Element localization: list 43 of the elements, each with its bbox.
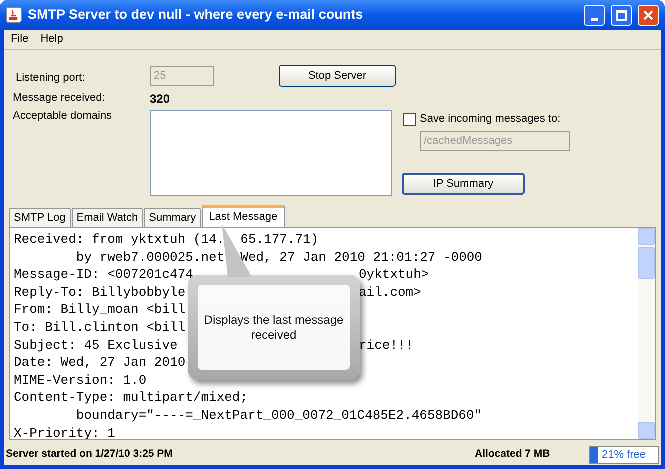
message-text: rice!!! [359,336,414,354]
message-text: Date: Wed, 27 Jan 2010 [14,354,186,372]
ip-summary-button[interactable]: IP Summary [402,173,525,195]
allocated-memory: Allocated 7 MB [475,447,552,462]
message-text: Received: from yktxtuh (14. [14,231,225,249]
tab[interactable]: Email Watch [72,208,144,227]
port-label: Listening port: [16,71,86,86]
message-text: Wed, 27 Jan 2010 21:01:27 -0000 [240,248,482,266]
message-text: To: Bill.clinton <bill [14,318,186,337]
received-count: 320 [150,91,170,108]
message-text: by rweb7.000025.net [75,248,225,266]
menu-item[interactable]: File [6,31,34,48]
message-text: Reply-To: Billybobbyle [14,284,186,302]
callout-text: Displays the last message received [203,312,345,342]
tab[interactable]: Summary [144,208,202,227]
message-text: X-Priority: 1 [14,424,116,439]
maximize-button[interactable] [611,4,632,26]
stop-server-button[interactable]: Stop Server [279,65,396,87]
close-icon [643,10,654,20]
app-icon [6,7,22,23]
received-label: Message received: [13,91,106,106]
menu-item[interactable]: Help [36,31,68,48]
message-text: MIME-Version: 1.0 [14,372,147,390]
checkbox[interactable] [403,112,416,126]
message-text: Content-Type: multipart/mixed; [14,389,248,407]
message-text: boundary="----=_NextPart_000_0072_01C485E2.4658BD60" [75,406,482,425]
tab[interactable]: Last Message [202,205,285,227]
domains-label: Acceptable domains [13,109,112,124]
status-text: Server started on 1/27/10 3:25 PM [6,447,174,462]
message-text: Message-ID: <007201c474 [14,266,194,284]
scrollbar[interactable] [638,228,655,439]
memory-text: 21% free [600,448,648,463]
minimize-button[interactable] [584,4,605,26]
tab[interactable]: SMTP Log [9,208,71,227]
save-label: Save incoming messages to: [420,112,561,127]
message-text: ail.com> [359,284,422,302]
message-text: From: Billy_moan <bill [14,301,186,319]
message-text: 0yktxtuh> [359,266,430,284]
message-text: 65.177.71) [240,231,319,249]
domains-field[interactable] [150,110,392,196]
close-button[interactable] [638,4,659,26]
message-text: Subject: 45 Exclusive [14,336,178,354]
window-title: SMTP Server to dev null - where every e-mail counts [28,6,364,24]
